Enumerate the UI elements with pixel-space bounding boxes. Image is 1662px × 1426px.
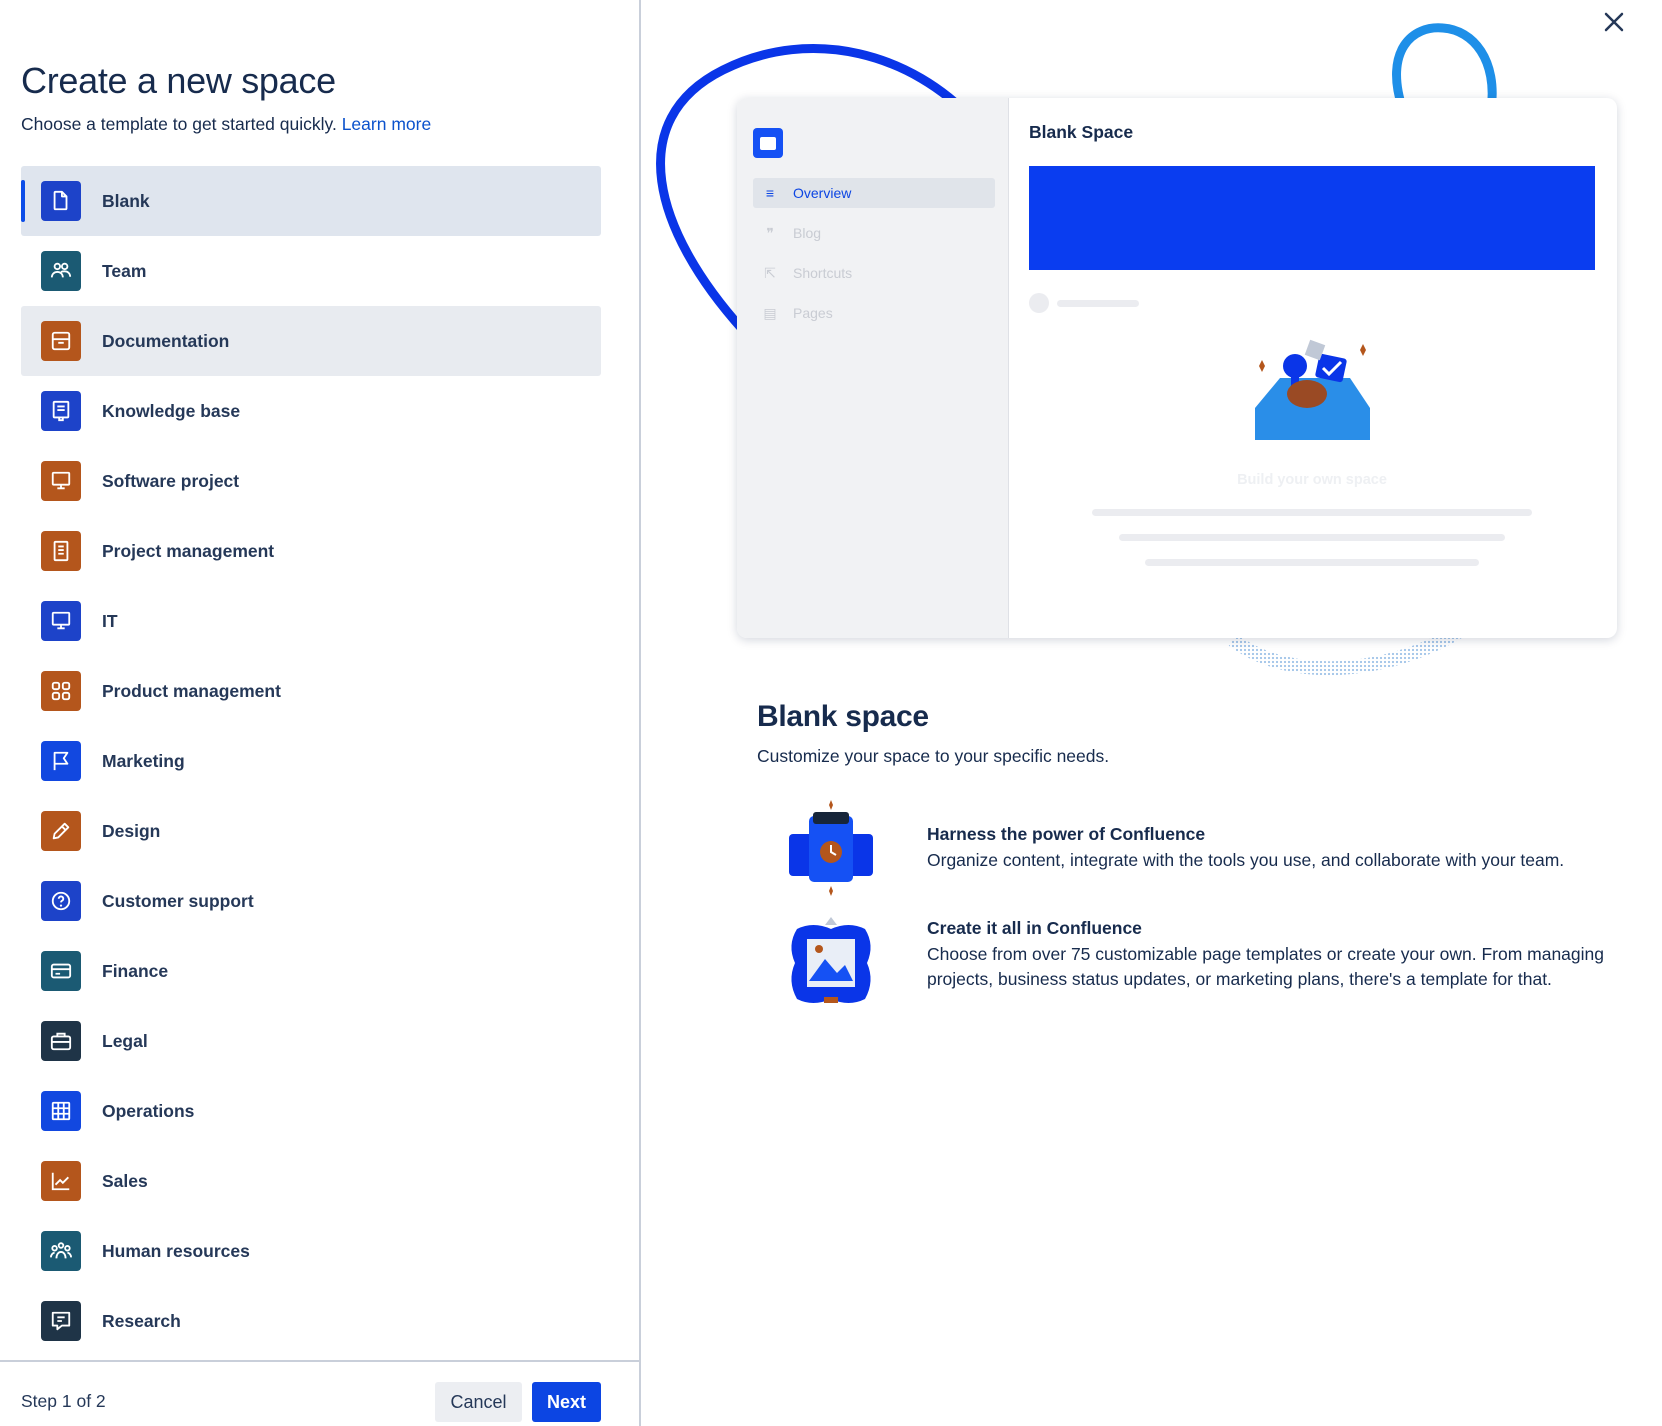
next-button[interactable]: Next xyxy=(532,1382,601,1422)
briefcase-icon xyxy=(41,1021,81,1061)
template-item-operations[interactable]: Operations xyxy=(21,1076,601,1146)
template-label: Human resources xyxy=(102,1240,250,1261)
template-item-customer-support[interactable]: Customer support xyxy=(21,866,601,936)
template-label: Design xyxy=(102,820,161,841)
template-item-human-resources[interactable]: Human resources xyxy=(21,1216,601,1286)
preview-nav-overview: ≡ Overview xyxy=(753,178,995,208)
template-label: Documentation xyxy=(102,330,230,351)
template-label: Operations xyxy=(102,1100,195,1121)
template-label: Research xyxy=(102,1310,181,1331)
template-item-legal[interactable]: Legal xyxy=(21,1006,601,1076)
preview-nav-label: Shortcuts xyxy=(793,265,853,281)
preview-nav-label: Overview xyxy=(793,185,852,201)
archive-icon xyxy=(41,321,81,361)
preview-nav-pages: ▤ Pages xyxy=(753,298,995,328)
quote-icon: ❞ xyxy=(766,224,774,241)
preview-nav-blog: ❞ Blog xyxy=(753,218,995,248)
template-label: Marketing xyxy=(102,750,185,771)
feature-text: Choose from over 75 customizable page te… xyxy=(927,944,1604,989)
feature-heading: Harness the power of Confluence xyxy=(927,824,1206,844)
template-item-it[interactable]: IT xyxy=(21,586,601,656)
preview-text-placeholder xyxy=(1092,509,1532,516)
preview-text-placeholder xyxy=(1145,559,1479,566)
close-icon[interactable] xyxy=(1600,8,1628,36)
help-icon xyxy=(41,881,81,921)
chart-icon xyxy=(41,1161,81,1201)
preview-nav-label: Blog xyxy=(793,225,822,241)
template-panel: Create a new space Choose a template to … xyxy=(0,0,641,1426)
template-label: Software project xyxy=(102,470,240,491)
template-item-sales[interactable]: Sales xyxy=(21,1146,601,1216)
template-list: Blank Team Documentation Knowledge base Soft… xyxy=(21,166,601,1356)
power-illustration-icon xyxy=(789,800,873,896)
template-item-research[interactable]: Research xyxy=(21,1286,601,1356)
template-label: Finance xyxy=(102,960,169,981)
subtitle-text: Choose a template to get started quickly… xyxy=(21,114,337,134)
preview-nav-shortcuts: ⇱ Shortcuts xyxy=(753,258,995,288)
template-label: Customer support xyxy=(102,890,254,911)
credit-card-icon xyxy=(41,951,81,991)
feature-heading: Create it all in Confluence xyxy=(927,918,1142,938)
preview-space-title: Blank Space xyxy=(1029,122,1134,142)
space-preview-card: ≡ Overview ❞ Blog ⇱ Shortcuts ▤ Pages Bl… xyxy=(737,98,1617,638)
template-label: IT xyxy=(102,610,118,631)
template-label: Blank xyxy=(102,190,150,211)
preview-text-placeholder xyxy=(1119,534,1505,541)
document-icon xyxy=(41,531,81,571)
preview-banner xyxy=(1029,166,1595,270)
space-logo-icon xyxy=(753,128,783,158)
page-title: Create a new space xyxy=(21,60,336,101)
preview-build-text: Build your own space xyxy=(1237,472,1387,488)
flag-icon xyxy=(41,741,81,781)
template-label: Knowledge base xyxy=(102,400,241,421)
preview-sidebar: ≡ Overview ❞ Blog ⇱ Shortcuts ▤ Pages xyxy=(737,98,1009,638)
toolbox-illustration-icon xyxy=(1255,339,1370,440)
page-icon xyxy=(41,181,81,221)
template-item-blank[interactable]: Blank xyxy=(21,166,601,236)
frame-illustration-icon xyxy=(791,917,871,1003)
template-label: Team xyxy=(102,260,147,281)
overview-icon: ≡ xyxy=(765,185,775,201)
preview-avatar-placeholder xyxy=(1029,293,1049,313)
template-item-project-management[interactable]: Project management xyxy=(21,516,601,586)
feature-text: Organize content, integrate with the too… xyxy=(927,850,1565,870)
group-icon xyxy=(41,1231,81,1271)
monitor-icon xyxy=(41,461,81,501)
grid-icon xyxy=(41,671,81,711)
shortcut-icon: ⇱ xyxy=(764,264,776,281)
people-icon xyxy=(41,251,81,291)
template-item-documentation[interactable]: Documentation xyxy=(21,306,601,376)
pencil-icon xyxy=(41,811,81,851)
template-label: Product management xyxy=(102,680,281,701)
template-item-marketing[interactable]: Marketing xyxy=(21,726,601,796)
template-label: Sales xyxy=(102,1170,148,1191)
book-icon xyxy=(41,391,81,431)
step-indicator: Step 1 of 2 xyxy=(21,1391,106,1411)
template-title: Blank space xyxy=(757,700,929,733)
monitor-icon xyxy=(41,601,81,641)
template-item-product-management[interactable]: Product management xyxy=(21,656,601,726)
template-item-design[interactable]: Design xyxy=(21,796,601,866)
cancel-button[interactable]: Cancel xyxy=(435,1382,522,1422)
template-label: Legal xyxy=(102,1030,148,1051)
page-subtitle: Choose a template to get started quickly… xyxy=(21,114,431,135)
table-icon xyxy=(41,1091,81,1131)
template-description: Customize your space to your specific ne… xyxy=(757,746,1110,766)
template-item-finance[interactable]: Finance xyxy=(21,936,601,1006)
template-label: Project management xyxy=(102,540,275,561)
template-item-software-project[interactable]: Software project xyxy=(21,446,601,516)
template-item-knowledge-base[interactable]: Knowledge base xyxy=(21,376,601,446)
feedback-icon xyxy=(41,1301,81,1341)
footer-divider xyxy=(0,1360,641,1362)
preview-nav-label: Pages xyxy=(793,305,833,321)
pages-icon: ▤ xyxy=(763,304,777,321)
template-item-team[interactable]: Team xyxy=(21,236,601,306)
preview-text-placeholder xyxy=(1057,300,1139,307)
learn-more-link[interactable]: Learn more xyxy=(342,114,432,134)
